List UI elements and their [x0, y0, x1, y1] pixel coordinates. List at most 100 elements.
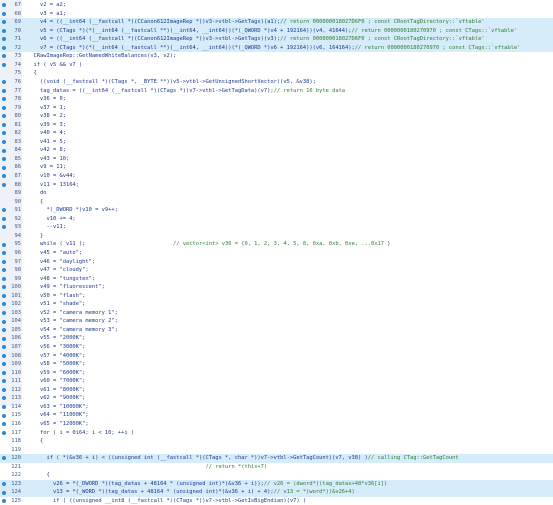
code-text[interactable]: if ( v5 && v7 )	[27, 61, 551, 70]
breakpoint-marker-icon[interactable]	[2, 456, 6, 461]
code-text[interactable]: v46 = "daylight";	[27, 258, 551, 267]
breakpoint-marker-icon[interactable]	[2, 481, 6, 486]
code-text[interactable]: v61 = "8000K";	[27, 386, 551, 395]
breakpoint-marker-icon[interactable]	[2, 379, 6, 384]
code-line[interactable]: 104 v53 = "camera memory 2";	[0, 317, 553, 326]
code-line[interactable]: 123 v26 = *(_DWORD *)(tag_datas + 48164 …	[0, 479, 553, 489]
code-line[interactable]: 109 v58 = "5000K";	[0, 360, 553, 369]
code-text[interactable]: v58 = "5000K";	[27, 360, 551, 369]
code-text[interactable]: CRawImageRep::GetNamedWhiteBalances(v3, …	[27, 52, 551, 61]
code-text[interactable]: }	[27, 232, 551, 241]
code-text[interactable]: v13 = *(_WORD *)(tag_datas + 48164 * (un…	[27, 488, 551, 497]
code-line[interactable]: 98 v47 = "cloudy";	[0, 266, 553, 275]
code-text[interactable]: {	[27, 198, 551, 207]
code-line[interactable]: 97 v46 = "daylight";	[0, 258, 553, 267]
code-line[interactable]: 119	[0, 446, 553, 455]
code-line[interactable]: 94 }	[0, 232, 553, 241]
breakpoint-marker-icon[interactable]	[2, 114, 6, 119]
code-text[interactable]: v2 = a2;	[27, 1, 551, 10]
code-text[interactable]: for ( i = 0i64; i < 10; ++i )	[27, 429, 551, 438]
code-text[interactable]: v10 += 4;	[27, 215, 551, 224]
code-text[interactable]: v36 = 0;	[27, 95, 551, 104]
code-text[interactable]: v63 = "10000K";	[27, 403, 551, 412]
breakpoint-marker-icon[interactable]	[2, 54, 6, 59]
breakpoint-marker-icon[interactable]	[2, 105, 6, 110]
code-line[interactable]: 106 v55 = "2000K";	[0, 334, 553, 343]
code-line[interactable]: 114 v63 = "10000K";	[0, 403, 553, 412]
code-line[interactable]: 86 v9 = 11;	[0, 163, 553, 172]
breakpoint-marker-icon[interactable]	[2, 259, 6, 264]
breakpoint-marker-icon[interactable]	[2, 88, 6, 93]
code-line[interactable]: 75 {	[0, 69, 553, 78]
code-text[interactable]: tag_datas = ((__int64 (__fastcall *)(CTa…	[27, 87, 551, 96]
breakpoint-marker-icon[interactable]	[2, 328, 6, 333]
code-line[interactable]: 112 v61 = "8000K";	[0, 386, 553, 395]
code-text[interactable]: while ( v11 ); // vector<int> v36 = {0, …	[27, 240, 551, 249]
code-text[interactable]: v9 = 11;	[27, 163, 551, 172]
code-line[interactable]: 80 v38 = 2;	[0, 112, 553, 121]
code-line[interactable]: 84 v42 = 8;	[0, 146, 553, 155]
code-line[interactable]: 83 v41 = 5;	[0, 138, 553, 147]
code-text[interactable]: // return *(this+7)	[27, 463, 551, 472]
code-text[interactable]: v50 = "flash";	[27, 292, 551, 301]
code-text[interactable]: v37 = 1;	[27, 104, 551, 113]
code-text[interactable]: v3 = a1;	[27, 10, 551, 19]
code-line[interactable]: 69 v4 = ((__int64 (__fastcall *)(CCanon6…	[0, 18, 553, 27]
code-line[interactable]: 125 if ( ((unsigned __int8 (__fastcall *…	[0, 497, 553, 505]
code-text[interactable]: do	[27, 189, 551, 198]
breakpoint-marker-icon[interactable]	[2, 80, 6, 85]
code-line[interactable]: 107 v56 = "3000K";	[0, 343, 553, 352]
breakpoint-marker-icon[interactable]	[2, 490, 6, 495]
breakpoint-marker-icon[interactable]	[2, 139, 6, 144]
code-text[interactable]: v10 = &v44;	[27, 172, 551, 181]
code-text[interactable]: v5 = (CTags *)(*(__int64 (__fastcall **)…	[27, 27, 551, 36]
code-text[interactable]: v59 = "6000K";	[27, 369, 551, 378]
breakpoint-marker-icon[interactable]	[2, 165, 6, 170]
code-line[interactable]: 68 v3 = a1;	[0, 10, 553, 19]
code-line[interactable]: 100 v49 = "fluorescent";	[0, 283, 553, 292]
code-text[interactable]: v64 = "11000K";	[27, 411, 551, 420]
code-line[interactable]: 85 v43 = 10;	[0, 155, 553, 164]
breakpoint-marker-icon[interactable]	[2, 182, 6, 187]
code-line[interactable]: 113 v62 = "9000K";	[0, 394, 553, 403]
code-text[interactable]: v57 = "4000K";	[27, 352, 551, 361]
code-text[interactable]: {	[27, 69, 551, 78]
code-text[interactable]: v53 = "camera memory 2";	[27, 317, 551, 326]
breakpoint-marker-icon[interactable]	[2, 293, 6, 298]
code-line[interactable]: 111 v60 = "7000K";	[0, 377, 553, 386]
breakpoint-marker-icon[interactable]	[2, 310, 6, 315]
code-text[interactable]: v47 = "cloudy";	[27, 266, 551, 275]
code-text[interactable]: v48 = "tungsten";	[27, 275, 551, 284]
breakpoint-marker-icon[interactable]	[2, 370, 6, 375]
code-line[interactable]: 70 v5 = (CTags *)(*(__int64 (__fastcall …	[0, 26, 553, 36]
code-text[interactable]: v11 = 13164;	[27, 181, 551, 190]
code-line[interactable]: 71 v6 = ((__int64 (__fastcall *)(CCanon6…	[0, 35, 553, 44]
breakpoint-marker-icon[interactable]	[2, 157, 6, 162]
code-line[interactable]: 72 v7 = (CTags *)(*(__int64 (__fastcall …	[0, 43, 553, 53]
code-text[interactable]: v56 = "3000K";	[27, 343, 551, 352]
breakpoint-marker-icon[interactable]	[2, 20, 6, 25]
code-text[interactable]: v51 = "shade";	[27, 300, 551, 309]
code-text[interactable]: v42 = 8;	[27, 146, 551, 155]
code-line[interactable]: 99 v48 = "tungsten";	[0, 275, 553, 284]
code-text[interactable]: v60 = "7000K";	[27, 377, 551, 386]
code-text[interactable]: v49 = "fluorescent";	[27, 283, 551, 292]
code-text[interactable]: {	[27, 471, 551, 480]
code-line[interactable]: 74 if ( v5 && v7 )	[0, 61, 553, 70]
code-text[interactable]: if ( ((unsigned __int8 (__fastcall *)(CT…	[27, 497, 551, 505]
code-text[interactable]: v26 = *(_DWORD *)(tag_datas + 48164 * (u…	[27, 480, 551, 489]
code-line[interactable]: 88 v11 = 13164;	[0, 181, 553, 190]
code-text[interactable]: v38 = 2;	[27, 112, 551, 121]
breakpoint-marker-icon[interactable]	[2, 148, 6, 153]
breakpoint-marker-icon[interactable]	[2, 131, 6, 136]
code-line[interactable]: 120 if ( *(&v36 + i) < ((unsigned int (_…	[0, 454, 553, 463]
code-text[interactable]: {	[27, 437, 551, 446]
code-line[interactable]: 96 v45 = "auto";	[0, 249, 553, 258]
code-text[interactable]: v62 = "9000K";	[27, 394, 551, 403]
breakpoint-marker-icon[interactable]	[2, 430, 6, 435]
code-text[interactable]: --v11;	[27, 223, 551, 232]
breakpoint-marker-icon[interactable]	[2, 3, 6, 8]
breakpoint-marker-icon[interactable]	[2, 413, 6, 418]
code-text[interactable]: *(_DWORD *)v10 = v9++;	[27, 206, 551, 215]
breakpoint-marker-icon[interactable]	[2, 208, 6, 213]
